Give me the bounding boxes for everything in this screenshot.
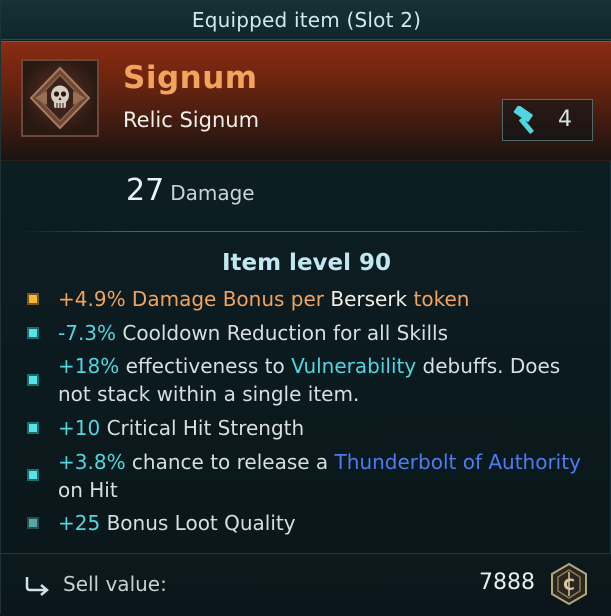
sell-footer: Sell value: 7888 C <box>1 553 611 616</box>
legendary-bullet-icon <box>27 293 39 305</box>
sell-label: Sell value: <box>63 572 167 596</box>
affix-text: effectiveness to <box>119 354 292 378</box>
affix-line: +3.8% chance to release a Thunderbolt of… <box>58 448 588 504</box>
affix-text: +3.8% <box>58 450 126 474</box>
affix-text: Thunderbolt of Authority <box>334 450 581 474</box>
affix-text: +25 <box>58 511 101 535</box>
return-arrow-icon <box>25 577 49 596</box>
coin-icon: C <box>551 562 587 606</box>
affix-text: +18% <box>58 354 120 378</box>
item-header: Signum Relic Signum 4 <box>1 41 611 161</box>
affix-line: +18% effectiveness to Vulnerability debu… <box>58 352 588 408</box>
affix-text: +4.9% <box>58 287 126 311</box>
affix-text: Critical Hit Strength <box>100 416 305 440</box>
socket-count: 4 <box>558 107 572 132</box>
affix-bullet-icon <box>27 327 39 339</box>
affix-line: +4.9% Damage Bonus per Berserk token <box>58 285 588 313</box>
item-tooltip: Equipped item (Slot 2) Signum Relic Sign… <box>0 0 611 616</box>
affix-line: -7.3% Cooldown Reduction for all Skills <box>58 319 588 347</box>
affix-text: Damage Bonus per <box>125 287 331 311</box>
affix-text: +10 <box>58 416 101 440</box>
affix-bullet-icon <box>27 517 39 529</box>
affix-text: on Hit <box>58 478 118 502</box>
affix-bullet-icon <box>27 469 39 481</box>
damage-value: 27 <box>126 173 165 208</box>
item-type: Relic Signum <box>123 108 260 132</box>
affix-text: Vulnerability <box>291 354 417 378</box>
affix-text: Berserk <box>330 287 408 311</box>
affix-bullet-icon <box>27 422 39 434</box>
affix-line: +10 Critical Hit Strength <box>58 414 588 442</box>
item-level: Item level 90 <box>221 250 392 276</box>
item-name: Signum <box>123 60 258 96</box>
affix-bullet-icon <box>27 374 39 386</box>
sell-value: 7888 <box>479 570 535 595</box>
tooltip-title: Equipped item (Slot 2) <box>1 1 611 40</box>
damage-label: Damage <box>170 181 255 205</box>
skull-crest-icon <box>29 66 91 130</box>
socket-indicator: 4 <box>502 99 593 141</box>
affix-text: Bonus Loot Quality <box>100 511 296 535</box>
affix-text: token <box>407 287 470 311</box>
affix-text: -7.3% <box>58 321 117 345</box>
damage-stat: 27 Damage <box>126 173 255 208</box>
divider <box>21 231 592 232</box>
hammer-icon <box>513 106 534 134</box>
affix-text: Cooldown Reduction for all Skills <box>116 321 448 345</box>
affix-line: +25 Bonus Loot Quality <box>58 509 588 537</box>
item-icon-frame <box>21 59 99 137</box>
affix-text: chance to release a <box>125 450 335 474</box>
